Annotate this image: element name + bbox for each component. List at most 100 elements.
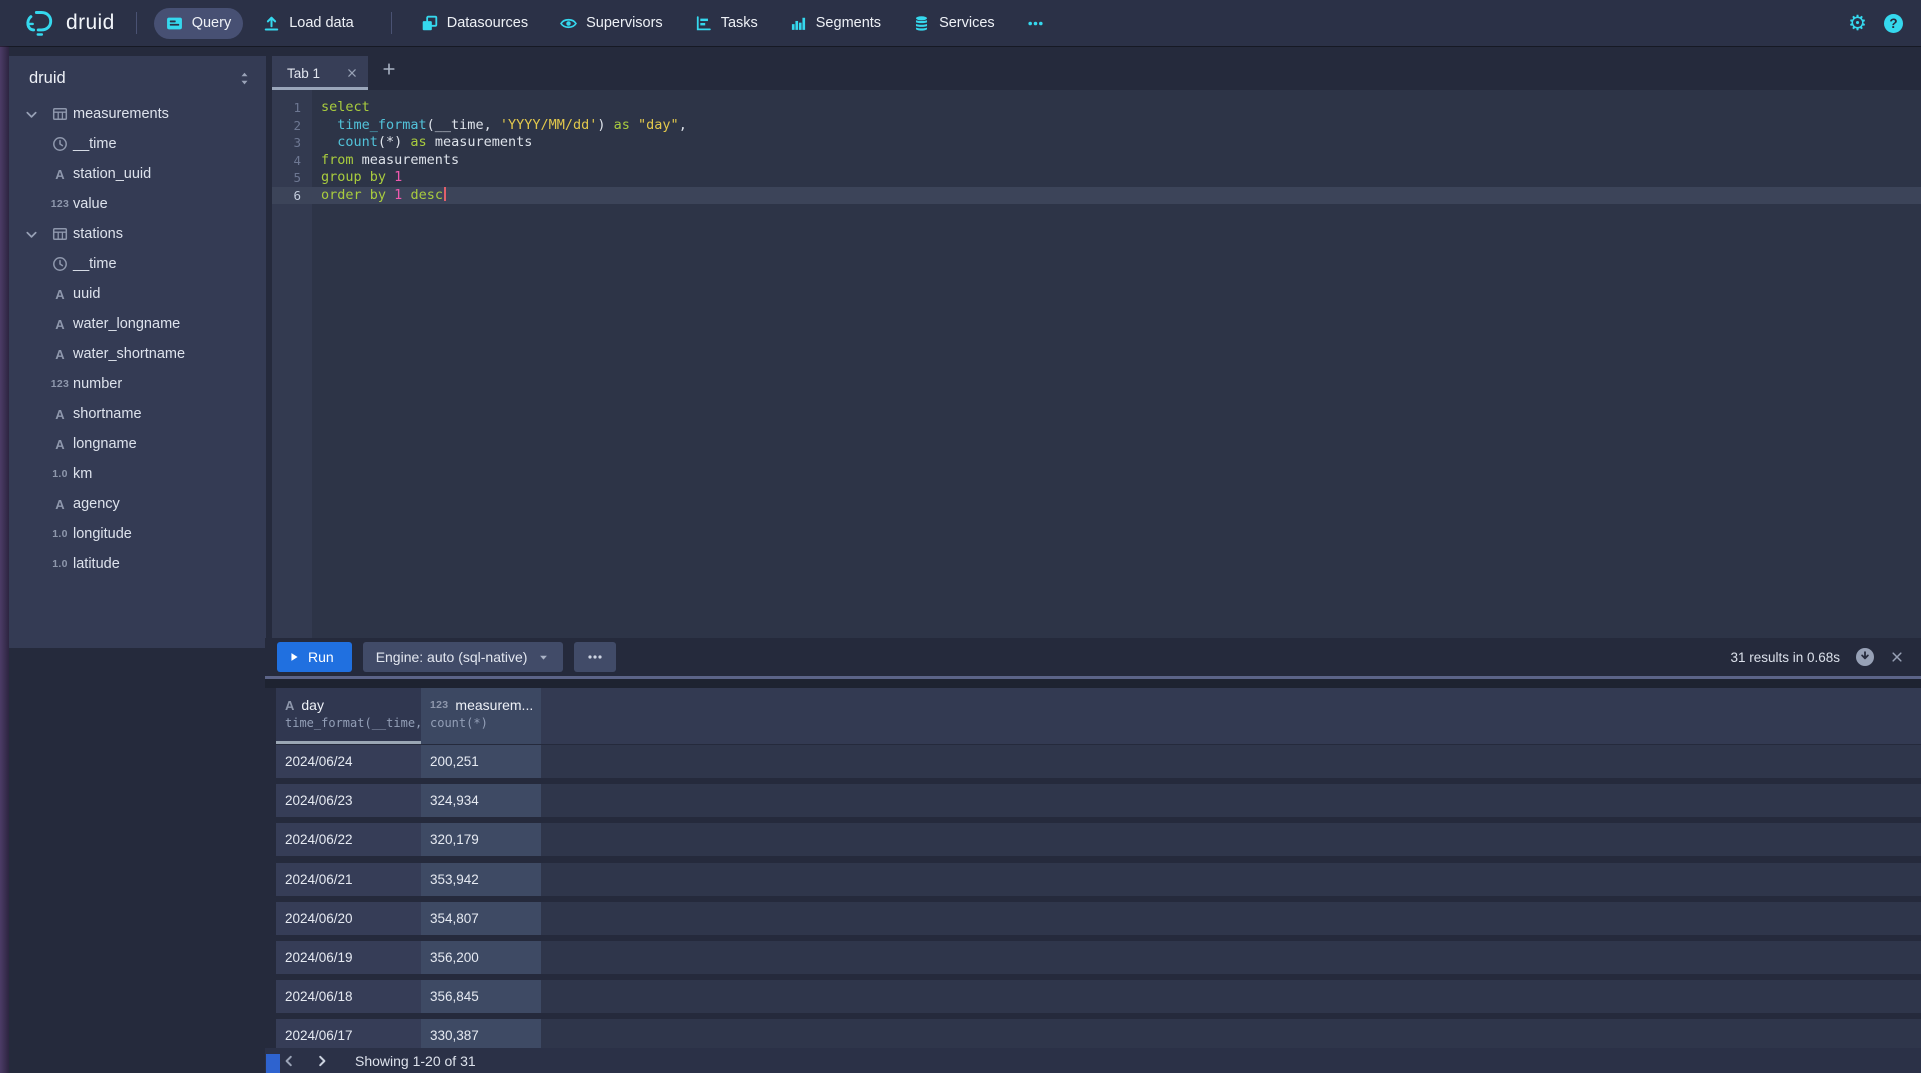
table-icon xyxy=(52,106,68,122)
table-item-stations[interactable]: stations xyxy=(9,219,266,249)
tab-close-icon[interactable] xyxy=(346,67,358,79)
string-type-icon: A xyxy=(55,167,64,182)
engine-selector[interactable]: Engine: auto (sql-native) xyxy=(363,642,564,672)
tab-1[interactable]: Tab 1 xyxy=(272,56,368,90)
column-item-km[interactable]: 1.0 km xyxy=(9,459,266,489)
cell-day[interactable]: 2024/06/21 xyxy=(276,863,421,896)
next-page-icon[interactable] xyxy=(314,1053,330,1069)
column-label: km xyxy=(73,466,92,482)
query-more-button[interactable] xyxy=(574,642,616,672)
query-tab-bar: Tab 1 xyxy=(272,46,1921,90)
column-item-longitude[interactable]: 1.0longitude xyxy=(9,519,266,549)
code-line[interactable]: select xyxy=(312,99,1921,117)
sort-columns-icon[interactable] xyxy=(237,71,252,86)
line-number: 5 xyxy=(272,169,312,187)
nav-item-tasks[interactable]: Tasks xyxy=(683,8,770,39)
editor-code: select time_format(__time, 'YYYY/MM/dd')… xyxy=(312,99,1921,204)
chevron-down-icon[interactable] xyxy=(24,227,39,242)
nav-item-load-data[interactable]: Load data xyxy=(251,8,366,39)
nav-item-segments[interactable]: Segments xyxy=(778,8,893,39)
cell-measurements[interactable]: 356,200 xyxy=(421,941,541,974)
column-header-day[interactable]: A day time_format(__time, … xyxy=(276,688,421,744)
sql-editor[interactable]: 123456 select time_format(__time, 'YYYY/… xyxy=(272,90,1921,638)
nav-item-supervisors[interactable]: Supervisors xyxy=(548,8,675,39)
code-line[interactable]: from measurements xyxy=(312,152,1921,170)
column-item-__time[interactable]: __time xyxy=(9,129,266,159)
cell-measurements[interactable]: 330,387 xyxy=(421,1019,541,1048)
column-item-shortname[interactable]: Ashortname xyxy=(9,399,266,429)
column-item-number[interactable]: 123number xyxy=(9,369,266,399)
add-tab-icon[interactable] xyxy=(382,62,396,76)
nav-right: ⚙︎ ? xyxy=(1848,13,1903,34)
services-icon xyxy=(913,15,930,32)
nav-item-label: Datasources xyxy=(447,15,528,31)
column-item-agency[interactable]: Aagency xyxy=(9,489,266,519)
close-results-icon[interactable] xyxy=(1890,650,1904,664)
more-icon xyxy=(1027,15,1044,32)
top-navbar: druid QueryLoad data Datasources Superviso… xyxy=(0,0,1921,46)
table-label: measurements xyxy=(73,106,169,122)
column-item-uuid[interactable]: Auuid xyxy=(9,279,266,309)
nav-item-label: Tasks xyxy=(721,15,758,31)
cell-measurements[interactable]: 200,251 xyxy=(421,745,541,778)
code-line[interactable]: count(*) as measurements xyxy=(312,134,1921,152)
run-bar: Run Engine: auto (sql-native) 31 results… xyxy=(265,638,1921,676)
cell-day[interactable]: 2024/06/24 xyxy=(276,745,421,778)
cell-measurements[interactable]: 324,934 xyxy=(421,784,541,817)
column-item-value[interactable]: 123value xyxy=(9,189,266,219)
pagination-label: Showing 1-20 of 31 xyxy=(355,1053,476,1069)
string-type-icon: A xyxy=(285,698,294,713)
column-item-water_shortname[interactable]: Awater_shortname xyxy=(9,339,266,369)
settings-gear-icon[interactable]: ⚙︎ xyxy=(1848,13,1867,34)
cell-day[interactable]: 2024/06/17 xyxy=(276,1019,421,1048)
cell-measurements[interactable]: 353,942 xyxy=(421,863,541,896)
column-label: value xyxy=(73,196,108,212)
cell-day[interactable]: 2024/06/19 xyxy=(276,941,421,974)
segments-icon xyxy=(790,15,807,32)
cell-measurements[interactable]: 320,179 xyxy=(421,823,541,856)
table-row: 2024/06/21353,942 xyxy=(276,863,1921,896)
code-line[interactable]: group by 1 xyxy=(312,169,1921,187)
nav-item-datasources[interactable]: Datasources xyxy=(409,8,540,39)
column-header-measurements[interactable]: 123 measurem... count(*) xyxy=(421,688,541,744)
code-line[interactable]: time_format(__time, 'YYYY/MM/dd') as "da… xyxy=(312,117,1921,135)
column-item-longname[interactable]: Alongname xyxy=(9,429,266,459)
prev-page-icon[interactable] xyxy=(281,1053,297,1069)
nav-item-services[interactable]: Services xyxy=(901,8,1007,39)
column-label: station_uuid xyxy=(73,166,151,182)
druid-logo[interactable]: druid xyxy=(24,7,115,40)
column-item-water_longname[interactable]: Awater_longname xyxy=(9,309,266,339)
cell-day[interactable]: 2024/06/23 xyxy=(276,784,421,817)
left-edge-strip xyxy=(0,46,9,1073)
nav-items: QueryLoad data Datasources Supervisors Task… xyxy=(154,8,1064,39)
table-row: 2024/06/17330,387 xyxy=(276,1019,1921,1048)
query-icon xyxy=(166,15,183,32)
column-expression: time_format(__time, … xyxy=(276,713,421,730)
float-type-icon: 1.0 xyxy=(52,468,68,480)
column-item-latitude[interactable]: 1.0latitude xyxy=(9,549,266,579)
code-line[interactable]: order by 1 desc xyxy=(312,187,1921,205)
column-item-station_uuid[interactable]: Astation_uuid xyxy=(9,159,266,189)
cell-measurements[interactable]: 356,845 xyxy=(421,980,541,1013)
column-label: shortname xyxy=(73,406,142,422)
column-label: uuid xyxy=(73,286,100,302)
string-type-icon: A xyxy=(55,287,64,302)
table-label: stations xyxy=(73,226,123,242)
cell-day[interactable]: 2024/06/20 xyxy=(276,902,421,935)
cell-measurements[interactable]: 354,807 xyxy=(421,902,541,935)
nav-item-query[interactable]: Query xyxy=(154,8,244,39)
nav-item-more[interactable] xyxy=(1015,8,1056,39)
load-data-icon xyxy=(263,15,280,32)
table-row: 2024/06/22320,179 xyxy=(276,823,1921,856)
run-button[interactable]: Run xyxy=(277,642,352,672)
chevron-down-icon[interactable] xyxy=(24,107,39,122)
string-type-icon: A xyxy=(55,437,64,452)
druid-console: druid QueryLoad data Datasources Superviso… xyxy=(0,0,1921,1073)
cell-day[interactable]: 2024/06/18 xyxy=(276,980,421,1013)
column-item-__time[interactable]: __time xyxy=(9,249,266,279)
float-type-icon: 1.0 xyxy=(52,528,68,540)
table-item-measurements[interactable]: measurements xyxy=(9,99,266,129)
help-icon[interactable]: ? xyxy=(1884,14,1903,33)
download-results-icon[interactable] xyxy=(1855,647,1875,667)
cell-day[interactable]: 2024/06/22 xyxy=(276,823,421,856)
